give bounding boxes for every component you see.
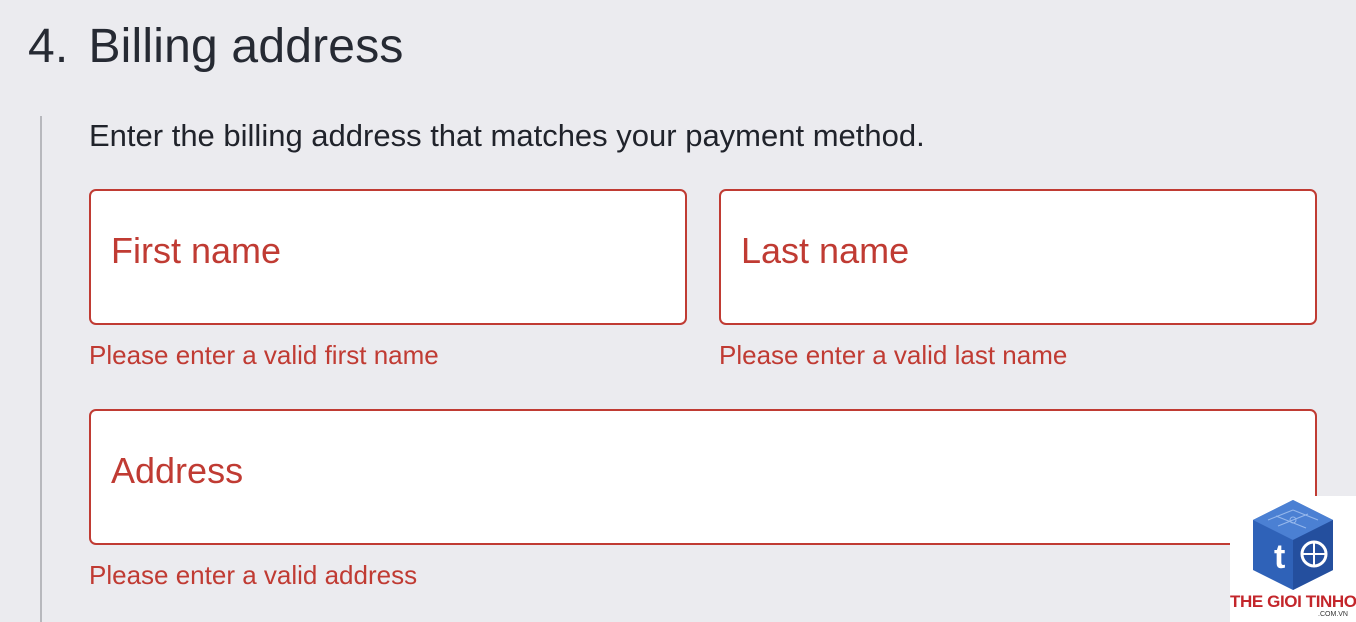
section-title-text: Billing address [88, 20, 404, 73]
first-name-field[interactable]: First name [89, 189, 687, 325]
address-label: Address [111, 450, 244, 491]
last-name-label: Last name [741, 230, 910, 271]
watermark-domain: .COM.VN [1318, 611, 1348, 618]
cube-logo-icon: t [1253, 500, 1333, 590]
section-number: 4. [28, 20, 69, 73]
svg-text:t: t [1274, 538, 1285, 576]
address-error: Please enter a valid address [89, 560, 418, 590]
last-name-field[interactable]: Last name [719, 189, 1317, 325]
watermark-name: THE GIOI TINHOC [1230, 592, 1356, 611]
section-rail [40, 116, 42, 622]
last-name-error: Please enter a valid last name [719, 340, 1068, 370]
first-name-input[interactable] [111, 279, 665, 309]
first-name-label: First name [111, 230, 282, 271]
address-field[interactable]: Address [89, 409, 1317, 545]
section-title: 4. Billing address [28, 18, 404, 76]
watermark-logo: t THE GIOI TINHOC .COM.VN [1230, 496, 1356, 622]
last-name-input[interactable] [741, 279, 1295, 309]
address-input[interactable] [111, 499, 1295, 529]
billing-address-page: 4. Billing address Enter the billing addr… [0, 0, 1356, 622]
section-intro: Enter the billing address that matches y… [89, 118, 925, 153]
first-name-error: Please enter a valid first name [89, 340, 439, 370]
